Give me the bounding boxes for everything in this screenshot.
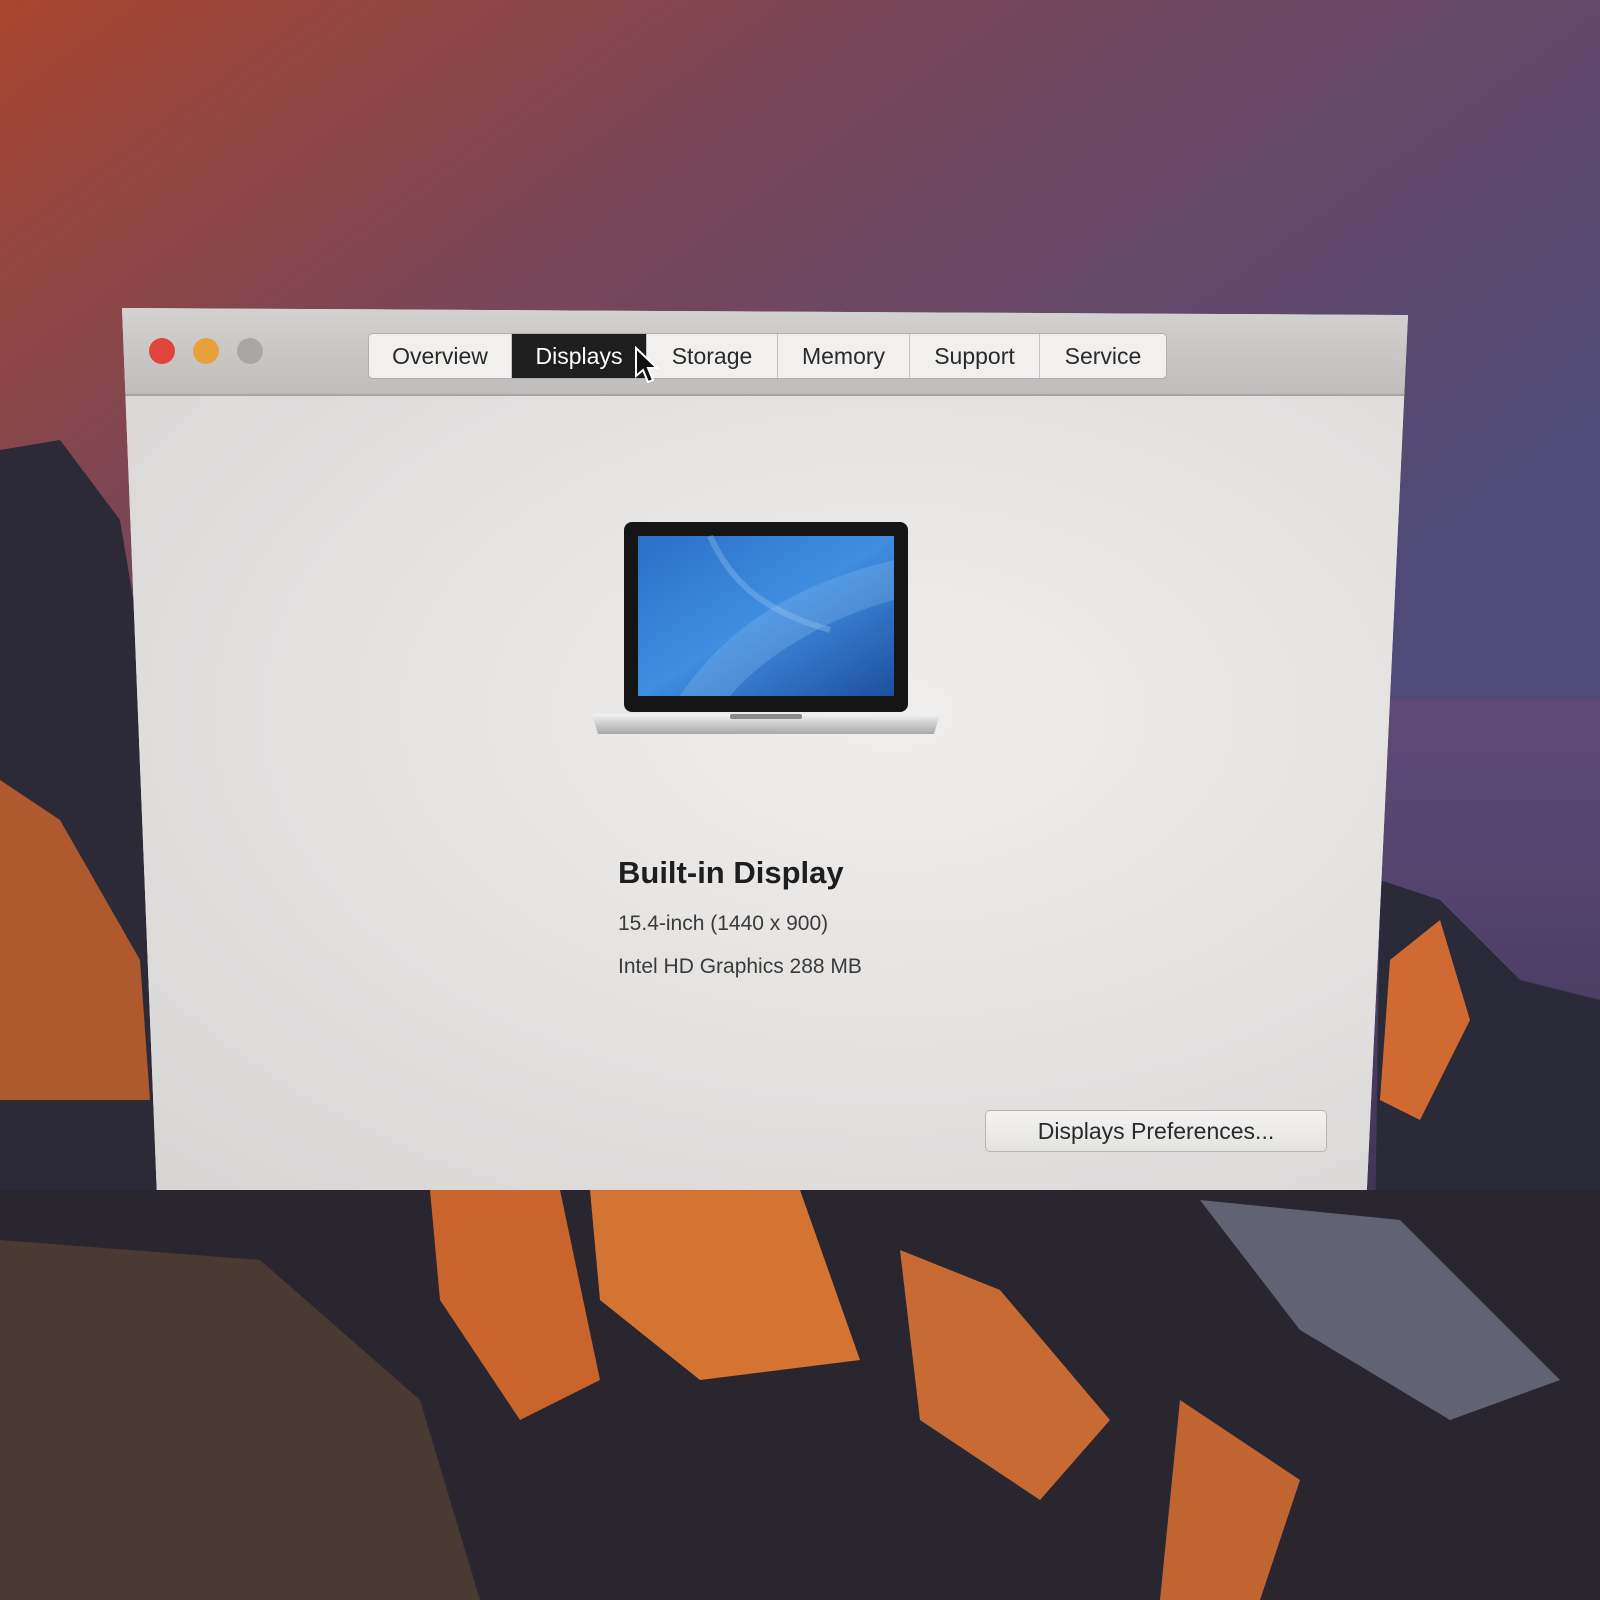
minimize-button[interactable]: [193, 338, 219, 364]
tab-service[interactable]: Service: [1040, 334, 1166, 378]
zoom-button[interactable]: [237, 338, 263, 364]
display-size: 15.4-inch (1440 x 900): [618, 912, 829, 935]
mouse-cursor-icon: [635, 346, 660, 384]
display-title: Built-in Display: [618, 855, 844, 890]
graphics-info: Intel HD Graphics 288 MB: [618, 955, 862, 978]
display-panel: Built-in Display 15.4-inch (1440 x 900) …: [122, 396, 1408, 1190]
tab-overview[interactable]: Overview: [369, 334, 512, 378]
title-bar: Overview Displays Storage Memory Support…: [122, 308, 1408, 396]
displays-preferences-button[interactable]: Displays Preferences...: [985, 1110, 1327, 1152]
tab-displays[interactable]: Displays: [512, 334, 647, 378]
close-button[interactable]: [149, 338, 175, 364]
macbook-display-icon: [592, 522, 940, 734]
tab-support[interactable]: Support: [910, 334, 1040, 378]
about-this-mac-window: Overview Displays Storage Memory Support…: [122, 308, 1408, 1190]
tab-memory[interactable]: Memory: [778, 334, 910, 378]
tab-storage[interactable]: Storage: [647, 334, 778, 378]
tab-bar: Overview Displays Storage Memory Support…: [368, 333, 1167, 379]
